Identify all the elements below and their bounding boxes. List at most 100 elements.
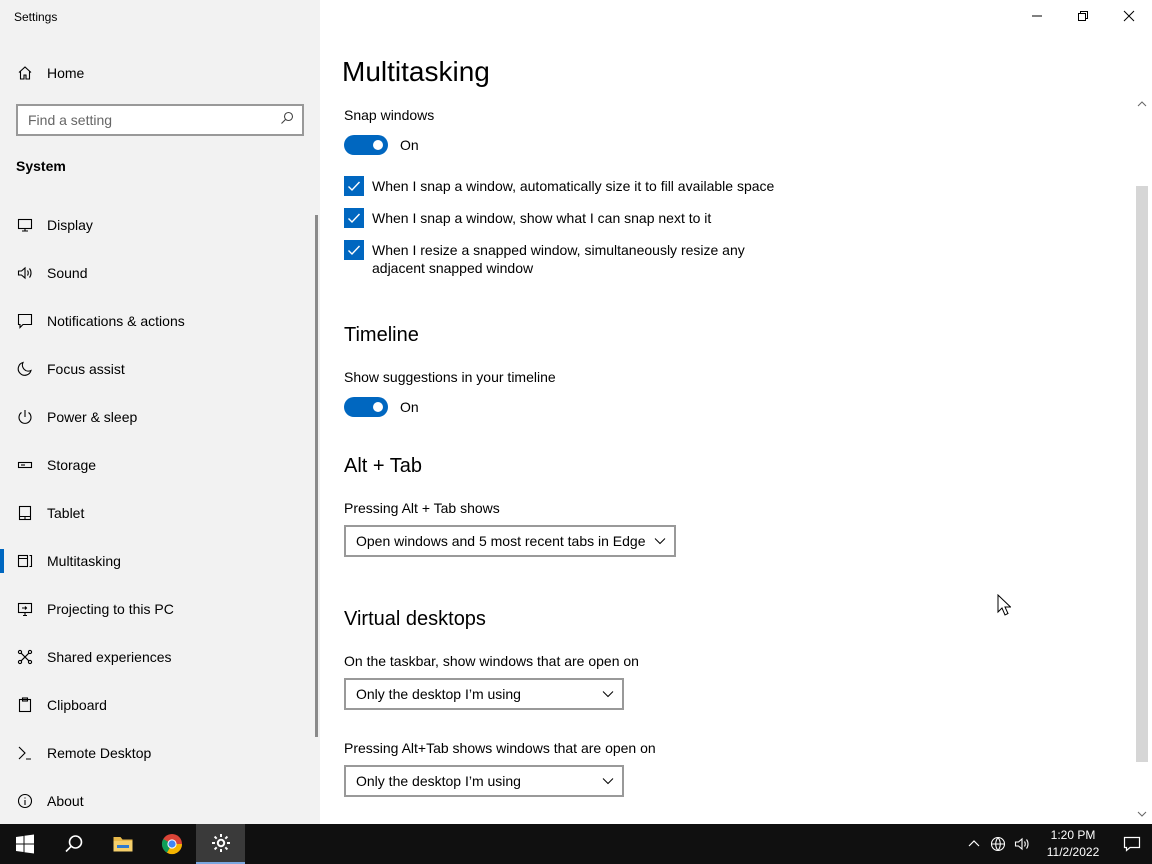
notification-icon xyxy=(1123,836,1141,852)
clock-time: 1:20 PM xyxy=(1050,828,1096,842)
sidebar-item-sound[interactable]: Sound xyxy=(0,249,316,297)
sidebar-item-label: Projecting to this PC xyxy=(47,601,174,617)
sidebar-item-home[interactable]: Home xyxy=(0,56,320,90)
sidebar-item-clipboard[interactable]: Clipboard xyxy=(0,681,316,729)
vd-taskbar-dropdown-value: Only the desktop I’m using xyxy=(356,686,521,702)
chevron-up-icon xyxy=(968,840,980,847)
sidebar-item-label: Clipboard xyxy=(47,697,107,713)
sidebar-item-label: About xyxy=(47,793,84,809)
snap-fill-space-label: When I snap a window, automatically size… xyxy=(372,178,775,194)
search-input[interactable] xyxy=(28,112,280,128)
checkmark-icon xyxy=(348,181,361,192)
system-tray: 1:20 PM 11/2/2022 xyxy=(962,824,1152,864)
snap-option-resize-adjacent: When I resize a snapped window, simultan… xyxy=(344,240,784,277)
vd-taskbar-dropdown[interactable]: Only the desktop I’m using xyxy=(344,678,624,710)
sidebar-item-projecting[interactable]: Projecting to this PC xyxy=(0,585,316,633)
page-title: Multitasking xyxy=(342,56,490,87)
storage-icon xyxy=(0,457,47,473)
sidebar-item-label: Focus assist xyxy=(47,361,125,377)
snap-windows-toggle[interactable] xyxy=(344,135,388,155)
snap-fill-space-checkbox[interactable] xyxy=(344,176,364,196)
moon-icon xyxy=(0,361,47,377)
snap-windows-toggle-state: On xyxy=(400,137,419,153)
sidebar-scrollbar[interactable] xyxy=(315,215,318,737)
clock-date: 11/2/2022 xyxy=(1046,845,1100,859)
action-center-button[interactable] xyxy=(1112,824,1152,864)
sidebar-item-shared-experiences[interactable]: Shared experiences xyxy=(0,633,316,681)
scroll-down-icon[interactable] xyxy=(1137,810,1147,818)
sidebar-item-focus-assist[interactable]: Focus assist xyxy=(0,345,316,393)
snap-resize-adjacent-label: When I resize a snapped window, simultan… xyxy=(372,242,745,276)
sidebar-item-label: Display xyxy=(47,217,93,233)
start-button[interactable] xyxy=(0,824,49,864)
app-title: Settings xyxy=(14,10,58,24)
snap-resize-adjacent-checkbox[interactable] xyxy=(344,240,364,260)
search-icon xyxy=(64,835,82,853)
globe-icon xyxy=(990,836,1006,852)
checkmark-icon xyxy=(348,213,361,224)
sidebar-item-label: Tablet xyxy=(47,505,85,521)
timeline-suggestions-label: Show suggestions in your timeline xyxy=(344,369,556,385)
speaker-icon xyxy=(1014,837,1029,851)
main-content: Multitasking Snap windows On When I snap… xyxy=(320,0,1152,824)
alt-tab-label: Pressing Alt + Tab shows xyxy=(344,500,500,516)
timeline-toggle-row: On xyxy=(344,397,419,417)
sidebar-item-label: Power & sleep xyxy=(47,409,138,425)
sidebar-item-about[interactable]: About xyxy=(0,777,316,825)
scroll-up-icon[interactable] xyxy=(1137,100,1147,108)
snap-show-next-label: When I snap a window, show what I can sn… xyxy=(372,210,712,226)
scrollbar-thumb[interactable] xyxy=(1136,186,1148,762)
folder-icon xyxy=(113,837,132,852)
power-icon xyxy=(0,409,47,425)
snap-windows-toggle-row: On xyxy=(344,135,419,155)
sidebar-item-display[interactable]: Display xyxy=(0,201,316,249)
file-explorer-button[interactable] xyxy=(98,824,147,864)
snap-show-next-checkbox[interactable] xyxy=(344,208,364,228)
windows-logo-icon xyxy=(15,834,34,854)
search-box[interactable] xyxy=(16,104,304,136)
virtual-desktops-heading: Virtual desktops xyxy=(344,608,486,630)
snap-option-show-next: When I snap a window, show what I can sn… xyxy=(344,208,784,228)
vd-taskbar-label: On the taskbar, show windows that are op… xyxy=(344,653,639,669)
taskbar-search-button[interactable] xyxy=(49,824,98,864)
sidebar-item-label: Multitasking xyxy=(47,553,121,569)
tablet-icon xyxy=(0,505,47,521)
checkmark-icon xyxy=(348,245,361,256)
search-icon[interactable] xyxy=(280,111,294,130)
snap-windows-label: Snap windows xyxy=(344,107,435,123)
speaker-icon xyxy=(0,265,47,281)
vd-alttab-label: Pressing Alt+Tab shows windows that are … xyxy=(344,740,656,756)
sidebar-item-power-sleep[interactable]: Power & sleep xyxy=(0,393,316,441)
timeline-suggestions-toggle[interactable] xyxy=(344,397,388,417)
vd-alttab-dropdown[interactable]: Only the desktop I’m using xyxy=(344,765,624,797)
projector-icon xyxy=(0,601,47,617)
volume-button[interactable] xyxy=(1010,824,1034,864)
sidebar: Settings Home System Display Sound Notif… xyxy=(0,0,320,824)
sidebar-item-tablet[interactable]: Tablet xyxy=(0,489,316,537)
chrome-icon xyxy=(161,834,182,855)
main-scrollbar[interactable] xyxy=(1132,96,1152,824)
sidebar-item-label: Remote Desktop xyxy=(47,745,152,761)
alt-tab-dropdown[interactable]: Open windows and 5 most recent tabs in E… xyxy=(344,525,676,557)
sidebar-item-storage[interactable]: Storage xyxy=(0,441,316,489)
sidebar-nav: Display Sound Notifications & actions Fo… xyxy=(0,201,316,825)
snap-option-fill-space: When I snap a window, automatically size… xyxy=(344,176,784,196)
chrome-button[interactable] xyxy=(147,824,196,864)
sidebar-item-notifications[interactable]: Notifications & actions xyxy=(0,297,316,345)
sidebar-item-multitasking[interactable]: Multitasking xyxy=(0,537,316,585)
alt-tab-dropdown-value: Open windows and 5 most recent tabs in E… xyxy=(356,533,646,549)
info-icon xyxy=(0,793,47,809)
vd-alttab-dropdown-value: Only the desktop I’m using xyxy=(356,773,521,789)
clock[interactable]: 1:20 PM 11/2/2022 xyxy=(1034,827,1112,861)
taskbar: 1:20 PM 11/2/2022 xyxy=(0,824,1152,864)
timeline-heading: Timeline xyxy=(344,324,419,346)
settings-taskbar-button[interactable] xyxy=(196,824,245,864)
gear-icon xyxy=(211,834,230,852)
show-hidden-icons-button[interactable] xyxy=(962,824,986,864)
chevron-down-icon xyxy=(654,538,666,545)
network-button[interactable] xyxy=(986,824,1010,864)
sidebar-item-label: Home xyxy=(47,65,85,81)
sidebar-item-label: Shared experiences xyxy=(47,649,172,665)
chevron-down-icon xyxy=(602,691,614,698)
sidebar-item-remote-desktop[interactable]: Remote Desktop xyxy=(0,729,316,777)
